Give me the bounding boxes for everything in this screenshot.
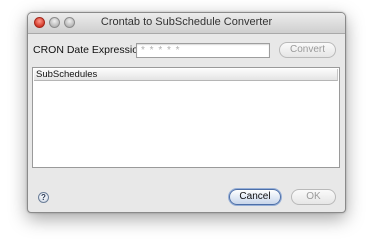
help-icon[interactable]: ? — [38, 192, 49, 203]
desktop-background: Crontab to SubSchedule Converter CRON Da… — [0, 0, 371, 249]
subschedules-table[interactable]: SubSchedules — [32, 67, 340, 168]
cancel-button[interactable]: Cancel — [229, 189, 281, 205]
window-title: Crontab to SubSchedule Converter — [100, 16, 273, 28]
title-bar[interactable]: Crontab to SubSchedule Converter — [28, 13, 345, 34]
converter-dialog: Crontab to SubSchedule Converter CRON Da… — [27, 12, 346, 213]
ok-button[interactable]: OK — [291, 189, 336, 205]
cron-expression-input[interactable] — [136, 43, 270, 58]
convert-button[interactable]: Convert — [279, 42, 336, 58]
subschedules-column-header[interactable]: SubSchedules — [34, 69, 338, 81]
cron-expression-label: CRON Date Expression: — [33, 44, 147, 56]
